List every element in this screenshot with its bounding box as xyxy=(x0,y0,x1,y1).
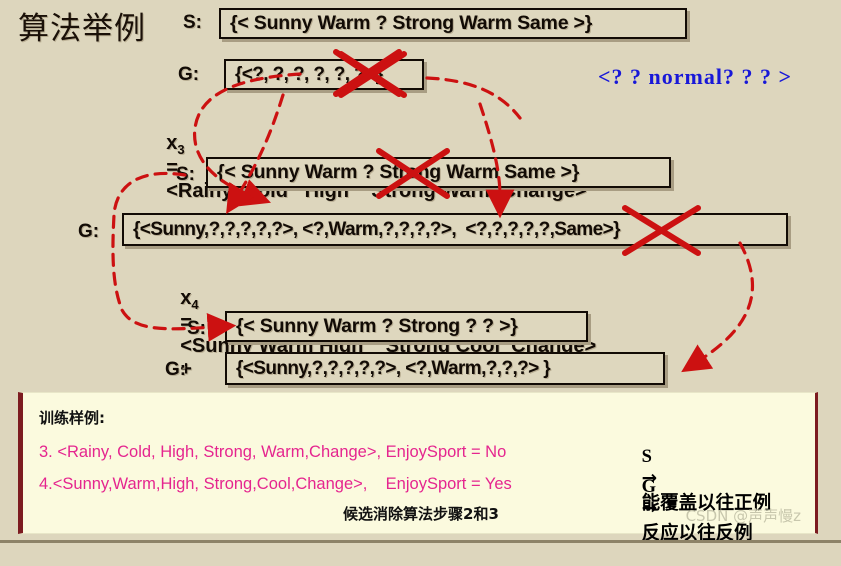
label-s-3: S: xyxy=(187,318,206,339)
x4-subscript: 4 xyxy=(191,297,199,312)
rule-g-key: G xyxy=(641,477,657,497)
csdn-watermark: CSDN @声声慢z xyxy=(685,507,801,525)
training-example-4: 4.<Sunny,Warm,High, Strong,Cool,Change>,… xyxy=(39,475,512,493)
label-s-1: S: xyxy=(183,12,202,33)
x3-symbol: x xyxy=(166,132,178,154)
dashed-arrow-g2-to-g3 xyxy=(681,241,755,373)
label-g-2: G: xyxy=(78,221,100,242)
panel-heading: 训练样例: xyxy=(39,409,105,427)
training-examples-panel: 训练样例: 3. <Rainy, Cold, High, Strong, War… xyxy=(18,392,818,544)
figure-caption: 候选消除算法步骤2和3 xyxy=(343,505,499,523)
set-box-g-3: {<Sunny,?,?,?,?,?>, <?,Warm,?,?,?> } xyxy=(225,352,665,385)
set-box-s-2: {< Sunny Warm ? Strong Warm Same >} xyxy=(206,157,671,188)
label-g-3: G: xyxy=(165,359,187,380)
label-s-2: S: xyxy=(176,164,195,185)
set-box-s-1: {< Sunny Warm ? Strong Warm Same >} xyxy=(219,8,687,39)
x3-subscript: 3 xyxy=(177,142,185,157)
set-box-g-1: {<?, ?, ?, ?, ?, ?>} xyxy=(224,59,424,90)
blue-annotation: <? ? normal? ? ? > xyxy=(598,64,793,89)
rule-g-arrow: → xyxy=(641,498,658,519)
label-g-1: G: xyxy=(178,64,200,85)
training-example-3: 3. <Rainy, Cold, High, Strong, Warm,Chan… xyxy=(39,443,507,461)
bottom-divider xyxy=(0,540,841,543)
set-box-g-2: {<Sunny,?,?,?,?,?>, <?,Warm,?,?,?,?>, <?… xyxy=(122,213,788,246)
set-box-s-3: {< Sunny Warm ? Strong ? ? >} xyxy=(225,311,588,342)
x4-symbol: x xyxy=(180,287,192,309)
page-title: 算法举例 xyxy=(18,11,146,47)
slide-canvas: 算法举例 S: {< Sunny Warm ? Strong Warm Same… xyxy=(0,0,841,551)
